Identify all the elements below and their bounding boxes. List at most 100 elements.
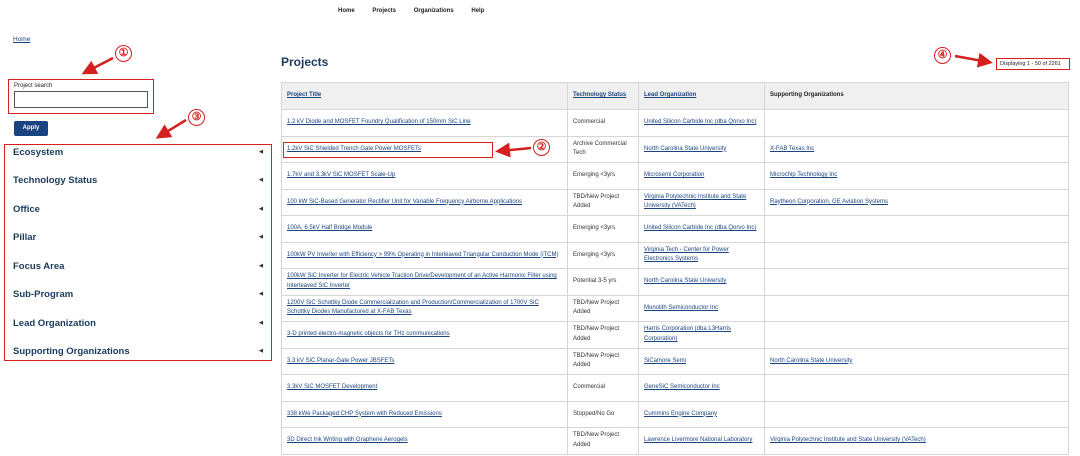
- facet-technology-status[interactable]: Technology Status ◀: [13, 175, 267, 189]
- caret-left-icon: ◀: [259, 177, 263, 183]
- technology-status: TBD/New Project Added: [567, 347, 639, 375]
- facet-label: Lead Organization: [13, 318, 96, 329]
- project-title-link[interactable]: 100 kW SiC-Based Generator Rectifier Uni…: [287, 199, 522, 205]
- facet-focus-area[interactable]: Focus Area ◀: [13, 261, 267, 275]
- apply-button[interactable]: Apply: [14, 121, 48, 136]
- table-row: 338 kWe Packaged CHP System with Reduced…: [281, 400, 1069, 428]
- col-header-technology-status[interactable]: Technology Status: [567, 82, 639, 110]
- annotation-marker-2: ②: [533, 139, 550, 156]
- caret-left-icon: ◀: [259, 320, 263, 326]
- top-nav-links: Home Projects Organizations Help: [330, 0, 492, 22]
- table-row: 1.7kV and 3.3kV SiC MOSFET Scale-Up Emerg…: [281, 162, 1069, 190]
- caret-left-icon: ◀: [259, 291, 263, 297]
- page-title: Projects: [281, 55, 329, 69]
- project-search-panel: Project search: [8, 79, 154, 114]
- project-title-link[interactable]: 1.7kV and 3.3kV SiC MOSFET Scale-Up: [287, 172, 395, 178]
- facet-label: Ecosystem: [13, 147, 64, 158]
- table-row: 3-D printed electro-magnetic objects for…: [281, 321, 1069, 349]
- caret-left-icon: ◀: [259, 348, 263, 354]
- table-row: 3D Direct Ink Writing with Graphene Aero…: [281, 427, 1069, 455]
- annotation-highlight-box: [283, 142, 493, 158]
- caret-left-icon: ◀: [259, 149, 263, 155]
- nav-help-link[interactable]: Help: [471, 0, 484, 22]
- technology-status: TBD/New Project Added: [567, 321, 639, 349]
- table-row: 100 kW SiC-Based Generator Rectifier Uni…: [281, 188, 1069, 216]
- col-header-project-title[interactable]: Project Title: [281, 82, 568, 110]
- caret-left-icon: ◀: [259, 263, 263, 269]
- project-title-link[interactable]: 100kW SiC Inverter for Electric Vehicle …: [287, 273, 557, 289]
- top-nav: Home Projects Organizations Help: [0, 0, 1080, 22]
- lead-organization-link[interactable]: North Carolina State University: [644, 146, 726, 152]
- lead-organization-link[interactable]: Harris Corporation (dba L3Harris Corpora…: [644, 326, 731, 342]
- annotation-arrow-3: [155, 118, 187, 139]
- project-search-label: Project search: [14, 83, 53, 89]
- facet-ecosystem[interactable]: Ecosystem ◀: [13, 147, 267, 161]
- project-title-link[interactable]: 1.2 kV Diode and MOSFET Foundry Qualific…: [287, 119, 471, 125]
- col-header-supporting-organizations: Supporting Organizations: [764, 82, 1069, 110]
- technology-status: Potential 3-5 yrs: [567, 268, 639, 296]
- breadcrumb-home-link[interactable]: Home: [13, 36, 30, 43]
- lead-organization-link[interactable]: United Silicon Carbide Inc (dba Qorvo In…: [644, 225, 756, 231]
- lead-organization-link[interactable]: Virginia Tech - Center for Power Electro…: [644, 247, 729, 263]
- table-header-row: Project Title Technology Status Lead Org…: [281, 82, 1069, 110]
- technology-status: Emerging <3yrs: [567, 241, 639, 269]
- technology-status: Stopped/No Go: [567, 400, 639, 428]
- facet-lead-organization[interactable]: Lead Organization ◀: [13, 318, 267, 332]
- lead-organization-link[interactable]: United Silicon Carbide Inc (dba Qorvo In…: [644, 119, 756, 125]
- table-row: 100kW PV Inverter with Efficiency > 99% …: [281, 241, 1069, 269]
- annotation-marker-4: ④: [934, 47, 951, 64]
- col-header-lead-organization[interactable]: Lead Organization: [638, 82, 765, 110]
- lead-organization-link[interactable]: Lawrence Livermore National Laboratory: [644, 437, 752, 443]
- facet-pillar[interactable]: Pillar ◀: [13, 232, 267, 246]
- table-row: 100A, 6.5kV Half Bridge Module Emerging <…: [281, 215, 1069, 243]
- project-title-link[interactable]: 3.3 kV SiC Planar-Gate Power JBSFETs: [287, 358, 394, 364]
- annotation-marker-3: ③: [188, 109, 205, 126]
- facet-label: Pillar: [13, 232, 37, 243]
- lead-organization-link[interactable]: Cummins Engine Company: [644, 411, 717, 417]
- caret-left-icon: ◀: [259, 234, 263, 240]
- annotation-marker-1: ①: [115, 45, 132, 62]
- table-row: 3.3kV SiC MOSFET Development Commercial Ge…: [281, 374, 1069, 402]
- annotation-arrow-1: [81, 56, 114, 75]
- technology-status: Commercial: [567, 109, 639, 137]
- facet-label: Sub-Program: [13, 289, 74, 300]
- supporting-organization-link[interactable]: Raytheon Corporation, GE Aviation System…: [770, 199, 888, 205]
- facet-label: Supporting Organizations: [13, 346, 130, 357]
- project-title-link[interactable]: 338 kWe Packaged CHP System with Reduced…: [287, 411, 442, 417]
- technology-status: TBD/New Project Added: [567, 294, 639, 322]
- supporting-organization-link[interactable]: North Carolina State University: [770, 358, 852, 364]
- technology-status: TBD/New Project Added: [567, 188, 639, 216]
- project-title-link[interactable]: 3-D printed electro-magnetic objects for…: [287, 331, 450, 337]
- supporting-organization-link[interactable]: Microchip Technology Inc: [770, 172, 837, 178]
- project-title-link[interactable]: 3D Direct Ink Writing with Graphene Aero…: [287, 437, 408, 443]
- nav-organizations-link[interactable]: Organizations: [414, 0, 454, 22]
- project-title-link[interactable]: 100kW PV Inverter with Efficiency > 99% …: [287, 252, 559, 258]
- facet-supporting-organizations[interactable]: Supporting Organizations ◀: [13, 346, 267, 360]
- lead-organization-link[interactable]: Monolith Semiconductor Inc: [644, 305, 718, 311]
- project-title-link[interactable]: 3.3kV SiC MOSFET Development: [287, 384, 377, 390]
- display-count: Displaying 1 - 50 of 2261: [996, 58, 1070, 70]
- facet-label: Focus Area: [13, 261, 65, 272]
- project-search-input[interactable]: [14, 91, 148, 108]
- caret-left-icon: ◀: [259, 206, 263, 212]
- lead-organization-link[interactable]: Microsemi Corporation: [644, 172, 704, 178]
- nav-home-link[interactable]: Home: [338, 0, 355, 22]
- supporting-organization-link[interactable]: Virginia Polytechnic Institute and State…: [770, 437, 926, 443]
- project-title-link[interactable]: 100A, 6.5kV Half Bridge Module: [287, 225, 372, 231]
- facet-office[interactable]: Office ◀: [13, 204, 267, 218]
- lead-organization-link[interactable]: GeneSiC Semiconductor Inc: [644, 384, 720, 390]
- lead-organization-link[interactable]: North Carolina State University: [644, 278, 726, 284]
- table-row: 1200V SiC Schottky Diode Commercializati…: [281, 294, 1069, 322]
- technology-status: Commercial: [567, 374, 639, 402]
- table-row: 1.2 kV Diode and MOSFET Foundry Qualific…: [281, 109, 1069, 137]
- lead-organization-link[interactable]: SiCamore Semi: [644, 358, 686, 364]
- nav-projects-link[interactable]: Projects: [372, 0, 396, 22]
- facet-sub-program[interactable]: Sub-Program ◀: [13, 289, 267, 303]
- lead-organization-link[interactable]: Virginia Polytechnic Institute and State…: [644, 194, 746, 210]
- projects-table: Project Title Technology Status Lead Org…: [281, 82, 1069, 455]
- facet-filter-panel: Ecosystem ◀ Technology Status ◀ Office ◀ Pi…: [4, 144, 272, 361]
- supporting-organization-link[interactable]: X-FAB Texas Inc: [770, 146, 814, 152]
- facet-label: Office: [13, 204, 40, 215]
- project-title-link[interactable]: 1200V SiC Schottky Diode Commercializati…: [287, 300, 539, 316]
- technology-status: Emerging <3yrs: [567, 215, 639, 243]
